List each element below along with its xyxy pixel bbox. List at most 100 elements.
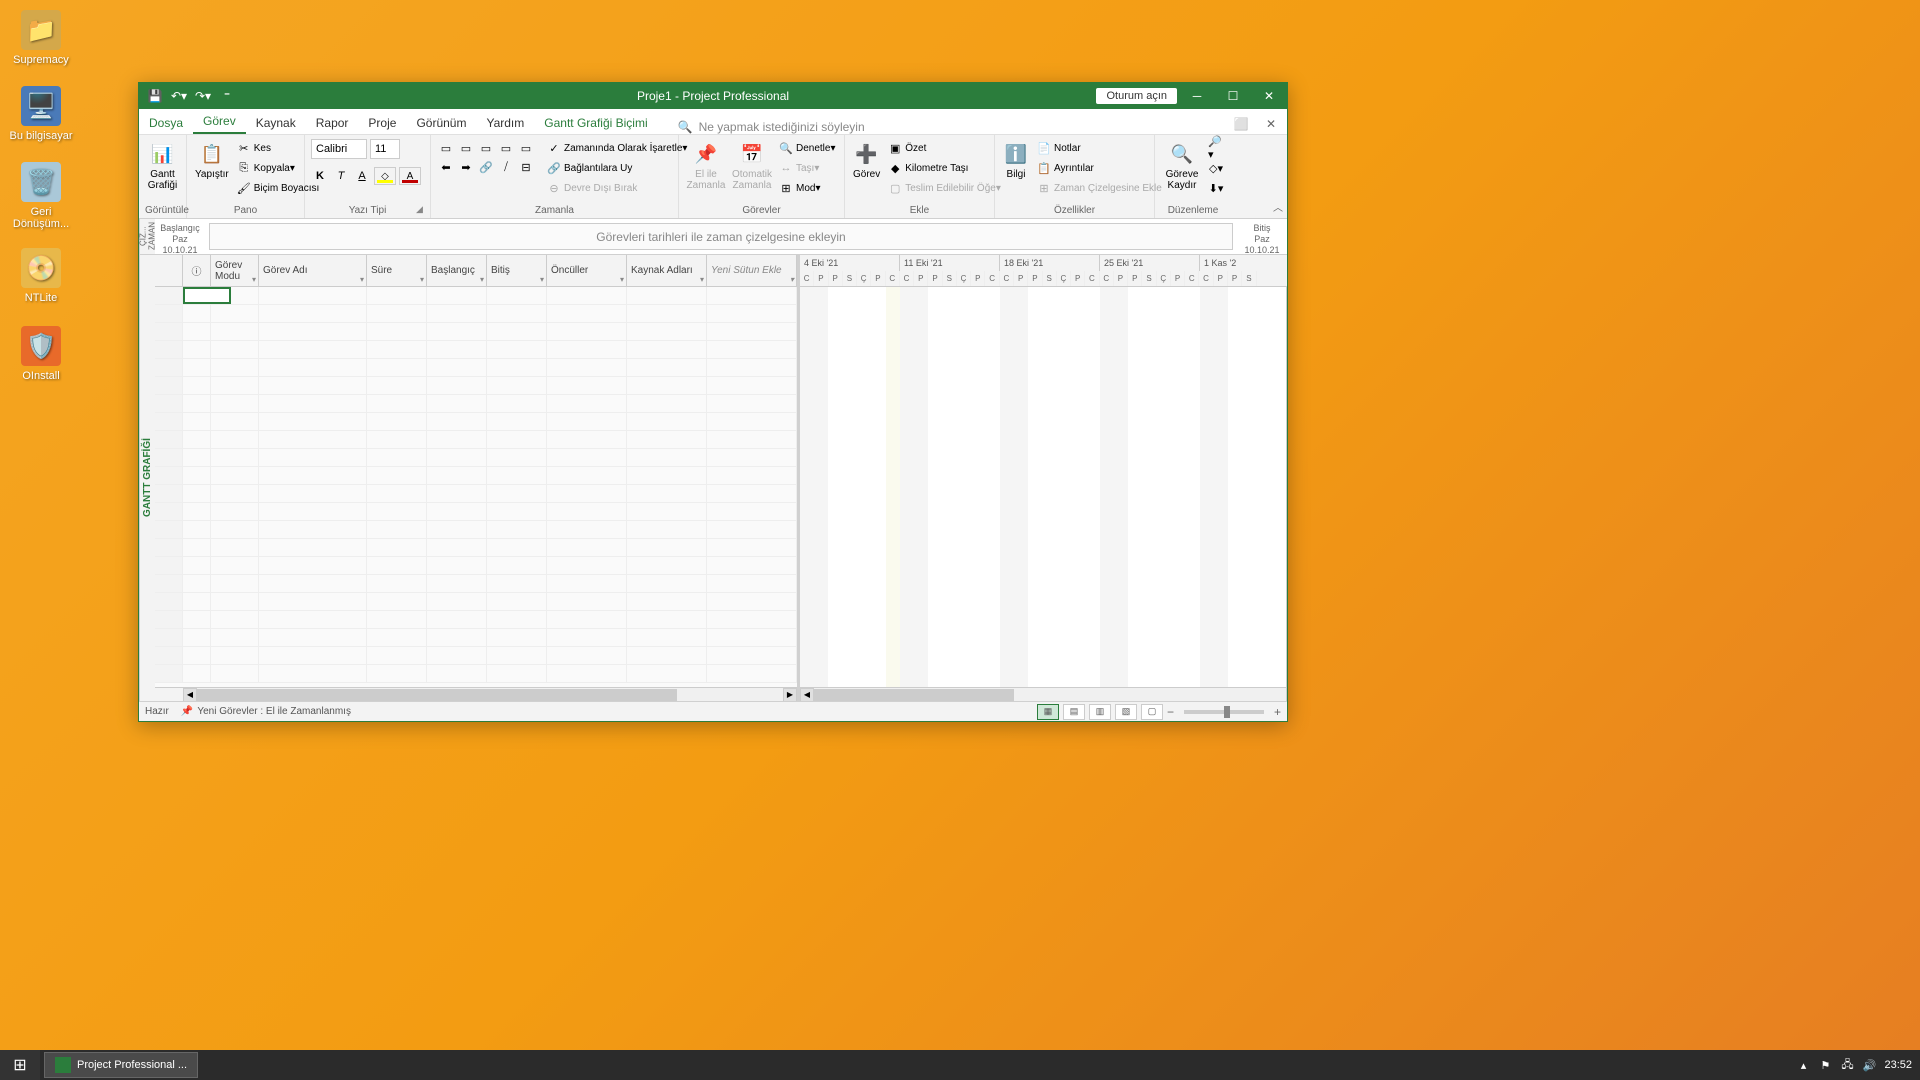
find-button[interactable]: 🔎▾ [1207,139,1225,157]
gantt-body[interactable]: ▲ [800,287,1287,687]
scroll-left-button[interactable]: ◀ [800,688,814,702]
gantt-vscrollbar[interactable]: ▲ [1286,287,1287,687]
manual-schedule-button[interactable]: 📌 El ile Zamanla [685,139,727,193]
desktop-icon-ntlite[interactable]: 📀 NTLite [6,248,76,304]
pct-50-button[interactable]: ▭ [477,139,495,157]
indent-button[interactable]: ➡ [457,158,475,176]
font-name-combo[interactable] [311,139,367,159]
table-body[interactable]: for(let i=0;i<22;i++)document.write('<di… [155,287,797,687]
tell-me-search[interactable]: 🔍 Ne yapmak istediğinizi söyleyin [678,120,865,134]
notes-button[interactable]: 📄Notlar [1035,139,1164,157]
tab-view[interactable]: Görünüm [406,112,476,134]
table-row[interactable] [155,593,797,611]
link-tasks-button[interactable]: 🔗 [477,158,495,176]
desktop-icon-recycle[interactable]: 🗑️ Geri Dönüşüm... [6,162,76,230]
zoom-slider[interactable] [1184,710,1264,714]
details-button[interactable]: 📋Ayrıntılar [1035,159,1164,177]
zoom-in-button[interactable]: + [1274,705,1281,719]
tab-resource[interactable]: Kaynak [246,112,306,134]
respect-links-button[interactable]: 🔗Bağlantılara Uy [545,159,689,177]
column-start[interactable]: Başlangıç▾ [427,255,487,286]
view-gantt-button[interactable]: ▦ [1037,704,1059,720]
table-hscrollbar[interactable]: ◀ ▶ [183,688,797,701]
table-row[interactable] [155,575,797,593]
signin-button[interactable]: Oturum açın [1096,88,1177,104]
auto-schedule-button[interactable]: 📅 Otomatik Zamanla [731,139,773,193]
table-row[interactable] [155,395,797,413]
pct-100-button[interactable]: ▭ [517,139,535,157]
tray-chevron-icon[interactable]: ▴ [1796,1058,1810,1072]
tray-network-icon[interactable]: 🖧 [1840,1058,1854,1072]
outdent-button[interactable]: ⬅ [437,158,455,176]
table-row[interactable] [155,611,797,629]
pct-25-button[interactable]: ▭ [457,139,475,157]
scroll-right-button[interactable]: ▶ [783,688,797,702]
zoom-out-button[interactable]: − [1167,705,1174,719]
font-dialog-launcher[interactable]: ◢ [416,204,428,216]
view-team-planner-button[interactable]: ▥ [1089,704,1111,720]
fill-button[interactable]: ⬇▾ [1207,179,1225,197]
summary-button[interactable]: ▣Özet [886,139,1003,157]
scroll-thumb[interactable] [814,689,1014,701]
ribbon-close-button[interactable]: ✕ [1261,114,1281,134]
column-add-new[interactable]: Yeni Sütun Ekle▾ [707,255,797,286]
column-duration[interactable]: Süre▾ [367,255,427,286]
fill-color-button[interactable]: ◇ [374,167,396,185]
milestone-button[interactable]: ◆Kilometre Taşı [886,159,1003,177]
split-task-button[interactable]: ⊟ [517,158,535,176]
clock[interactable]: 23:52 [1884,1059,1912,1071]
table-row[interactable] [155,323,797,341]
pct-75-button[interactable]: ▭ [497,139,515,157]
table-row[interactable] [155,305,797,323]
font-size-combo[interactable] [370,139,400,159]
table-row[interactable] [155,629,797,647]
save-button[interactable]: 💾 [145,86,165,106]
table-row[interactable] [155,449,797,467]
tab-gantt-format[interactable]: Gantt Grafiği Biçimi [534,112,657,134]
column-indicators[interactable]: ⓘ [183,255,211,286]
start-button[interactable]: ⊞ [0,1050,40,1080]
table-row[interactable] [155,557,797,575]
taskbar-item-project[interactable]: Project Professional ... [44,1052,198,1078]
scroll-left-button[interactable]: ◀ [183,688,197,702]
column-finish[interactable]: Bitiş▾ [487,255,547,286]
column-task-mode[interactable]: Görev Modu▾ [211,255,259,286]
underline-button[interactable]: A [353,167,371,185]
scroll-right-button[interactable]: ▶ [1286,688,1287,702]
table-row[interactable] [155,431,797,449]
table-row[interactable] [155,467,797,485]
table-row[interactable] [155,521,797,539]
gantt-hscrollbar[interactable]: ◀ ▶ [800,688,1287,701]
inspect-button[interactable]: 🔍Denetle ▾ [777,139,838,157]
view-report-button[interactable]: ▢ [1141,704,1163,720]
undo-button[interactable]: ↶▾ [169,86,189,106]
gantt-chart-button[interactable]: 📊 Gantt Grafiği [145,139,180,193]
clear-button[interactable]: ◇▾ [1207,159,1225,177]
table-row[interactable] [155,503,797,521]
table-row[interactable] [155,341,797,359]
column-task-name[interactable]: Görev Adı▾ [259,255,367,286]
table-row[interactable] [155,539,797,557]
tray-volume-icon[interactable]: 🔊 [1862,1058,1876,1072]
redo-button[interactable]: ↷▾ [193,86,213,106]
qat-customize[interactable]: ⁼ [217,86,237,106]
view-task-usage-button[interactable]: ▤ [1063,704,1085,720]
zoom-thumb[interactable] [1224,706,1230,718]
collapse-ribbon-button[interactable]: ︿ [1273,199,1283,214]
scroll-thumb[interactable] [197,689,677,701]
column-resources[interactable]: Kaynak Adları▾ [627,255,707,286]
ribbon-display-options[interactable]: ⬜ [1231,114,1251,134]
italic-button[interactable]: T [332,167,350,185]
tab-task[interactable]: Görev [193,110,246,134]
insert-task-button[interactable]: ➕ Görev [851,139,882,182]
close-button[interactable]: ✕ [1251,83,1287,109]
desktop-icon-oinstall[interactable]: 🛡️ OInstall [6,326,76,382]
tab-report[interactable]: Rapor [306,112,359,134]
minimize-button[interactable]: ─ [1179,83,1215,109]
status-newtasks[interactable]: 📌Yeni Görevler : El ile Zamanlanmış [181,706,351,717]
timeline-bar[interactable]: Görevleri tarihleri ile zaman çizelgesin… [209,223,1233,250]
paste-button[interactable]: 📋 Yapıştır [193,139,231,182]
table-row[interactable] [155,665,797,683]
table-row[interactable] [155,359,797,377]
unlink-tasks-button[interactable]: ⧸ [497,158,515,176]
